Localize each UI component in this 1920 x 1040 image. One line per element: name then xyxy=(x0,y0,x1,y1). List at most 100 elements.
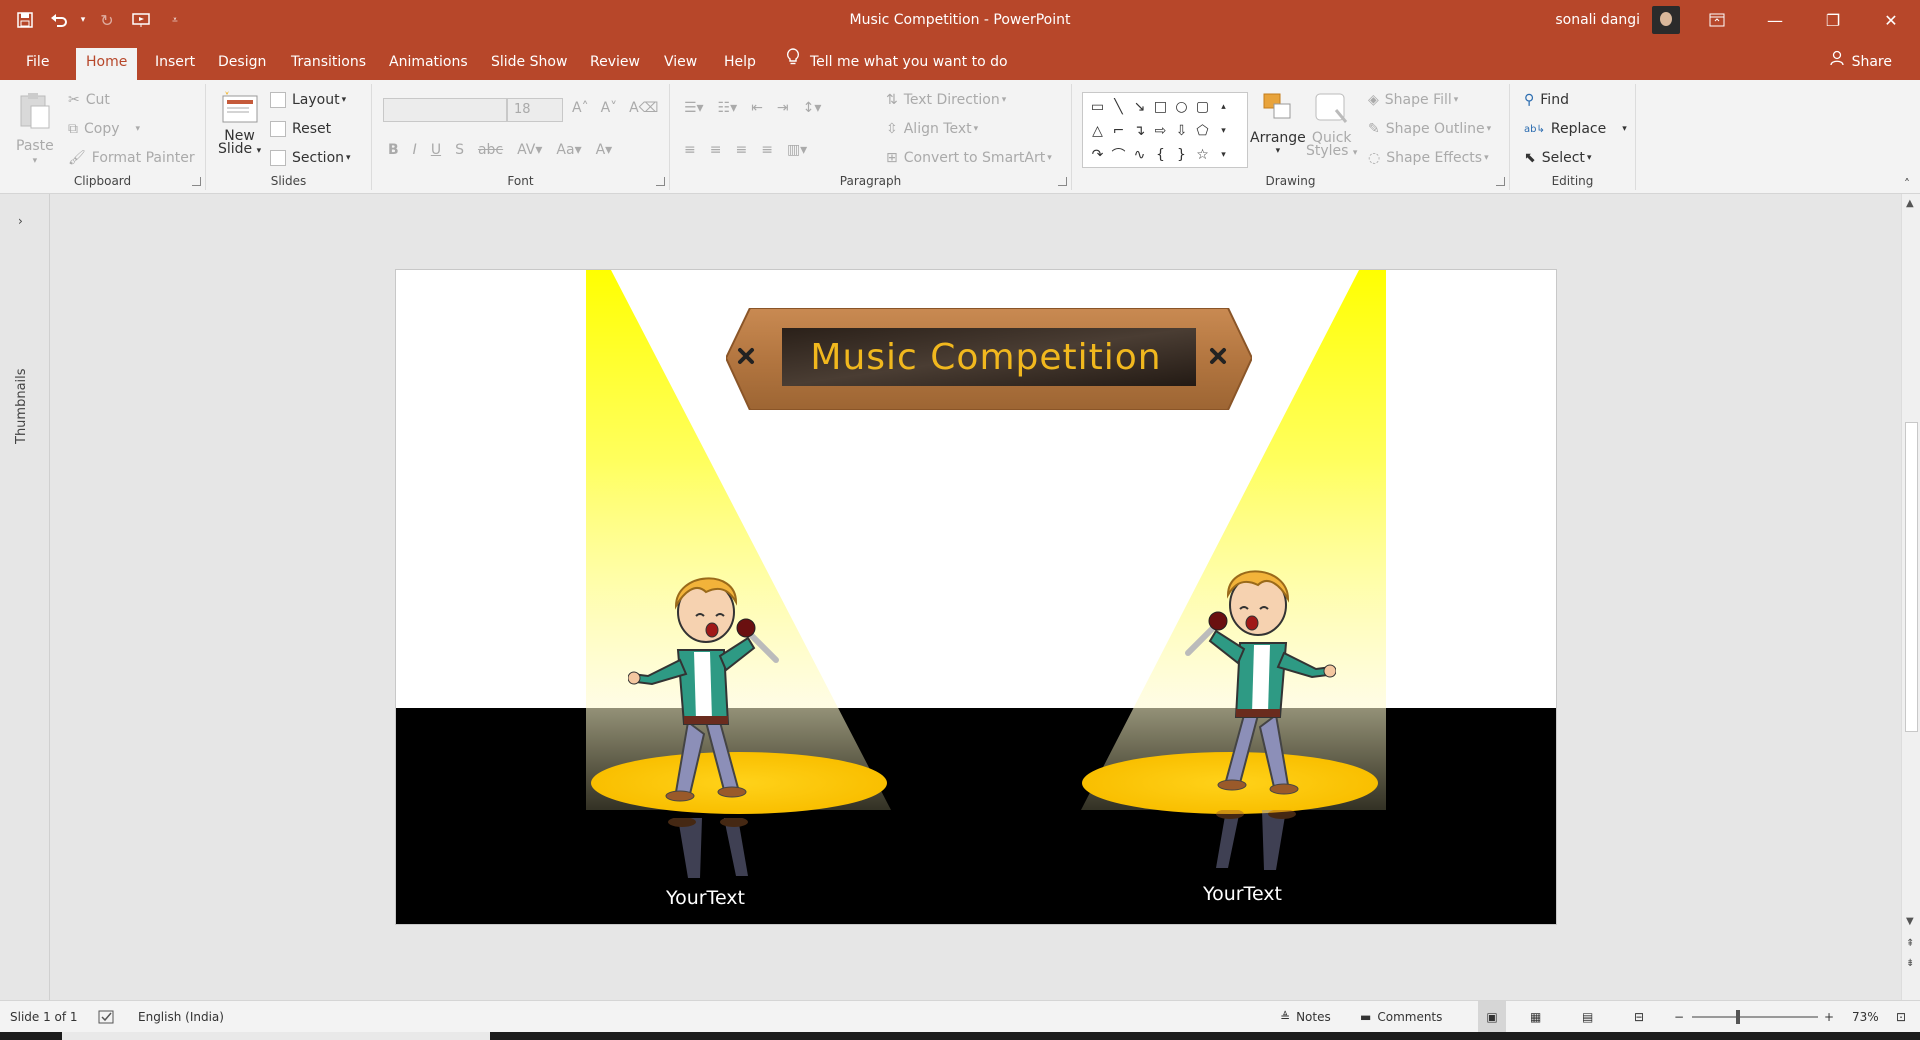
language-indicator[interactable]: English (India) xyxy=(138,1001,224,1033)
elbow-connector-shape-icon[interactable]: ⌐ xyxy=(1108,119,1129,143)
arrow-line-shape-icon[interactable]: ↘ xyxy=(1129,95,1150,119)
shapes-gallery[interactable]: ▭ ╲ ↘ □ ○ ▢ ▴ △ ⌐ ↴ ⇨ ⇩ ⬠ ▾ ↷ ⌒ ∿{} ☆ ▾ xyxy=(1082,92,1248,168)
paste-button[interactable]: Paste ▾ xyxy=(16,92,54,166)
strikethrough-icon[interactable]: abc xyxy=(478,142,503,158)
close-icon[interactable]: ✕ xyxy=(1862,0,1920,40)
scroll-down-arrow-icon[interactable]: ▼ xyxy=(1906,916,1914,927)
justify-icon[interactable]: ≡ xyxy=(761,142,773,158)
right-arrow-shape-icon[interactable]: ⇨ xyxy=(1150,119,1171,143)
expand-thumbnails-icon[interactable]: › xyxy=(18,214,23,228)
right-brace-shape-icon[interactable]: } xyxy=(1171,143,1192,167)
zoom-in-icon[interactable]: + xyxy=(1824,1001,1834,1033)
scroll-down-icon[interactable]: ▾ xyxy=(1213,119,1234,143)
tab-animations[interactable]: Animations xyxy=(379,48,478,80)
align-left-icon[interactable]: ≡ xyxy=(684,142,696,158)
caption-right[interactable]: YourText xyxy=(1203,883,1282,905)
bullets-icon[interactable]: ☰▾ xyxy=(684,100,704,116)
caption-left[interactable]: YourText xyxy=(666,887,745,909)
dialog-launcher-icon[interactable] xyxy=(1496,177,1505,186)
align-center-icon[interactable]: ≡ xyxy=(710,142,722,158)
zoom-slider[interactable] xyxy=(1692,1001,1818,1033)
star-shape-icon[interactable]: ☆ xyxy=(1192,143,1213,167)
line-shape-icon[interactable]: ╲ xyxy=(1108,95,1129,119)
scroll-up-icon[interactable]: ▴ xyxy=(1213,95,1234,119)
shrink-font-icon[interactable]: A˅ xyxy=(601,100,618,116)
shadow-icon[interactable]: S xyxy=(455,142,464,158)
fit-to-window-icon[interactable]: ⊡ xyxy=(1896,1001,1906,1033)
numbering-icon[interactable]: ☷▾ xyxy=(718,100,738,116)
line-spacing-icon[interactable]: ↕▾ xyxy=(803,100,822,116)
format-painter-button[interactable]: 🖌 Format Painter xyxy=(68,150,195,166)
align-text-button[interactable]: ⇳ Align Text ▾ xyxy=(886,121,978,137)
shape-fill-button[interactable]: ◈ Shape Fill ▾ xyxy=(1368,92,1458,108)
section-button[interactable]: Section ▾ xyxy=(270,150,351,166)
freeform-shape-icon[interactable]: ⬠ xyxy=(1192,119,1213,143)
avatar[interactable] xyxy=(1652,6,1680,34)
tab-file[interactable]: File xyxy=(16,48,59,80)
tab-help[interactable]: Help xyxy=(714,48,766,80)
more-shapes-icon[interactable]: ▾ xyxy=(1213,143,1234,167)
collapse-ribbon-icon[interactable]: ˄ xyxy=(1904,177,1910,191)
restore-icon[interactable]: ❐ xyxy=(1804,0,1862,40)
font-size-combo[interactable]: 18 xyxy=(507,98,563,122)
slide-show-view-icon[interactable]: ⊟ xyxy=(1634,1001,1644,1033)
minimize-icon[interactable]: — xyxy=(1746,0,1804,40)
increase-indent-icon[interactable]: ⇥ xyxy=(777,100,789,116)
slide-counter[interactable]: Slide 1 of 1 xyxy=(10,1001,78,1033)
align-right-icon[interactable]: ≡ xyxy=(735,142,747,158)
bold-icon[interactable]: B xyxy=(388,142,399,158)
customize-qat-icon[interactable]: ⩡ xyxy=(160,5,190,35)
start-from-beginning-icon[interactable] xyxy=(126,5,156,35)
spell-check-icon[interactable] xyxy=(98,1001,116,1033)
underline-icon[interactable]: U xyxy=(431,142,441,158)
triangle-shape-icon[interactable]: △ xyxy=(1087,119,1108,143)
arc-shape-icon[interactable]: ⌒ xyxy=(1108,143,1129,167)
tab-insert[interactable]: Insert xyxy=(145,48,205,80)
layout-button[interactable]: Layout ▾ xyxy=(270,92,346,108)
replace-button[interactable]: ab↳ Replace ▾ xyxy=(1524,121,1627,137)
font-color-icon[interactable]: A▾ xyxy=(596,142,613,158)
curve-shape-icon[interactable]: ∿ xyxy=(1129,143,1150,167)
font-name-combo[interactable] xyxy=(383,98,507,122)
tab-review[interactable]: Review xyxy=(580,48,650,80)
redo-icon[interactable]: ↻ xyxy=(92,5,122,35)
left-singer-image[interactable] xyxy=(628,562,788,802)
slide-sorter-view-icon[interactable]: ▦ xyxy=(1530,1001,1541,1033)
elbow-arrow-shape-icon[interactable]: ↴ xyxy=(1129,119,1150,143)
chevron-down-icon[interactable]: ▾ xyxy=(78,5,88,35)
zoom-slider-thumb[interactable] xyxy=(1736,1010,1740,1024)
user-account[interactable]: sonali dangi xyxy=(1555,0,1680,40)
thumbnails-label[interactable]: Thumbnails xyxy=(14,368,29,444)
tell-me-search[interactable]: Tell me what you want to do xyxy=(786,48,1008,76)
cut-button[interactable]: ✂ Cut xyxy=(68,92,110,108)
shape-outline-button[interactable]: ✎ Shape Outline ▾ xyxy=(1368,121,1491,137)
tab-design[interactable]: Design xyxy=(208,48,276,80)
copy-button[interactable]: ⧉ Copy ▾ xyxy=(68,121,140,137)
rectangle-shape-icon[interactable]: □ xyxy=(1150,95,1171,119)
new-slide-button[interactable]: New Slide ▾ xyxy=(218,90,261,157)
ribbon-display-options-icon[interactable] xyxy=(1688,0,1746,40)
quick-styles-button[interactable]: Quick Styles ▾ xyxy=(1306,92,1357,159)
slide-title[interactable]: Music Competition xyxy=(796,330,1176,384)
select-button[interactable]: ⬉ Select ▾ xyxy=(1524,150,1591,166)
arrange-button[interactable]: Arrange ▾ xyxy=(1250,92,1306,156)
next-slide-icon[interactable]: ⇟ xyxy=(1906,958,1914,969)
right-singer-image[interactable] xyxy=(1176,555,1336,795)
tab-slide-show[interactable]: Slide Show xyxy=(481,48,577,80)
change-case-icon[interactable]: Aa▾ xyxy=(556,142,581,158)
down-arrow-shape-icon[interactable]: ⇩ xyxy=(1171,119,1192,143)
zoom-level[interactable]: 73% xyxy=(1852,1001,1879,1033)
convert-smartart-button[interactable]: ⊞ Convert to SmartArt ▾ xyxy=(886,150,1052,166)
grow-font-icon[interactable]: A˄ xyxy=(572,100,589,116)
shape-effects-button[interactable]: ◌ Shape Effects ▾ xyxy=(1368,150,1489,166)
curved-arrow-shape-icon[interactable]: ↷ xyxy=(1087,143,1108,167)
character-spacing-icon[interactable]: AV▾ xyxy=(517,142,542,158)
vertical-scrollbar[interactable]: ▲ ▼ ⇞ ⇟ xyxy=(1901,194,1920,1000)
decrease-indent-icon[interactable]: ⇤ xyxy=(751,100,763,116)
find-button[interactable]: ⚲ Find xyxy=(1524,92,1569,108)
previous-slide-icon[interactable]: ⇞ xyxy=(1906,938,1914,949)
clear-formatting-icon[interactable]: A⌫ xyxy=(629,100,658,116)
notes-button[interactable]: ≜ Notes xyxy=(1280,1001,1331,1033)
save-icon[interactable] xyxy=(10,5,40,35)
comments-button[interactable]: ▬ Comments xyxy=(1360,1001,1442,1033)
